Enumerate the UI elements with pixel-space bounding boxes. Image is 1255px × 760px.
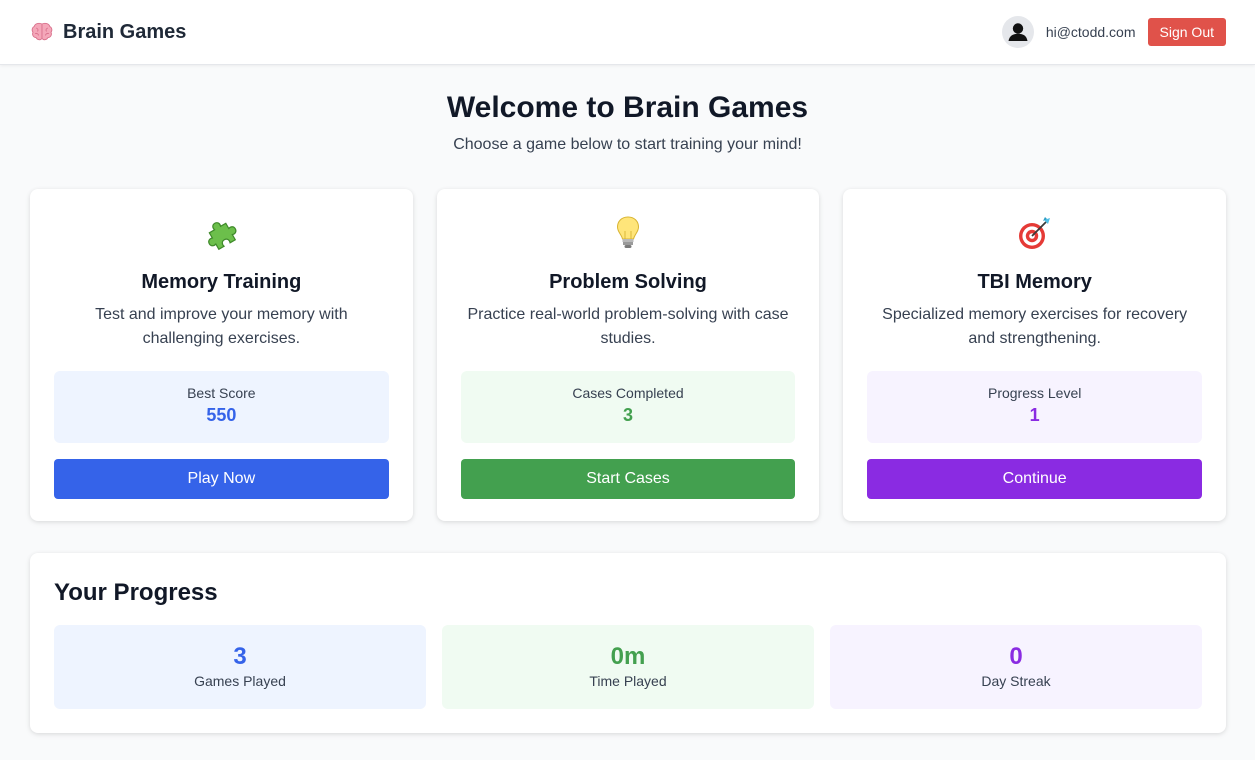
page-title: Welcome to Brain Games — [446, 91, 809, 124]
game-card-tbi-memory: TBI Memory Specialized memory exercises … — [843, 189, 1227, 521]
game-card-problem-solving: Problem Solving Practice real-world prob… — [436, 189, 820, 521]
time-played-stat: 0m Time Played — [442, 625, 814, 709]
day-streak-stat: 0 Day Streak — [830, 625, 1202, 709]
card-title: Problem Solving — [549, 271, 707, 293]
stat-value: 1 — [1029, 405, 1040, 425]
stat-value: 3 — [233, 643, 247, 670]
game-cards: Memory Training Test and improve your me… — [30, 189, 1227, 521]
avatar[interactable] — [1001, 16, 1034, 48]
progress-stats: 3 Games Played 0m Time Played 0 Day Stre… — [54, 625, 1202, 709]
app-title: Brain Games — [63, 20, 187, 43]
stat-value: 3 — [623, 405, 634, 425]
page-subtitle: Choose a game below to start training yo… — [453, 136, 802, 153]
progress-panel: Your Progress 3 Games Played 0m Time Pla… — [30, 553, 1226, 733]
user-icon — [1008, 23, 1028, 41]
stat-label: Day Streak — [981, 673, 1051, 689]
brand[interactable]: Brain Games — [30, 20, 186, 44]
card-description: Practice real-world problem-solving with… — [467, 306, 789, 347]
stat-label: Best Score — [187, 385, 256, 401]
sign-out-button[interactable]: Sign Out — [1147, 18, 1226, 46]
user-email: hi@ctodd.com — [1045, 24, 1136, 40]
brain-icon — [30, 20, 54, 44]
game-card-memory-training: Memory Training Test and improve your me… — [30, 189, 413, 521]
target-dart-icon — [1015, 213, 1055, 253]
card-title: Memory Training — [141, 271, 302, 293]
card-description: Specialized memory exercises for recover… — [882, 306, 1188, 347]
best-score-box: Best Score 550 — [54, 371, 389, 443]
light-bulb-icon — [608, 213, 648, 253]
cases-completed-box: Cases Completed 3 — [460, 371, 796, 443]
games-played-stat: 3 Games Played — [54, 625, 426, 709]
continue-button[interactable]: Continue — [867, 459, 1203, 499]
start-cases-button[interactable]: Start Cases — [460, 459, 796, 499]
stat-value: 0m — [610, 643, 646, 670]
top-navbar: Brain Games hi@ctodd.com Sign Out — [0, 0, 1255, 65]
welcome-section: Welcome to Brain Games Choose a game bel… — [0, 88, 1255, 154]
stat-label: Time Played — [589, 673, 667, 689]
card-title: TBI Memory — [977, 271, 1092, 293]
user-menu: hi@ctodd.com Sign Out — [1001, 16, 1226, 48]
progress-level-box: Progress Level 1 — [867, 371, 1203, 443]
stat-value: 550 — [206, 405, 237, 425]
play-now-button[interactable]: Play Now — [54, 459, 389, 499]
progress-title: Your Progress — [54, 579, 218, 606]
puzzle-piece-icon — [201, 213, 241, 253]
stat-value: 0 — [1009, 643, 1023, 670]
stat-label: Games Played — [194, 673, 286, 689]
stat-label: Progress Level — [987, 385, 1082, 401]
card-description: Test and improve your memory with challe… — [95, 306, 348, 347]
stat-label: Cases Completed — [572, 385, 684, 401]
